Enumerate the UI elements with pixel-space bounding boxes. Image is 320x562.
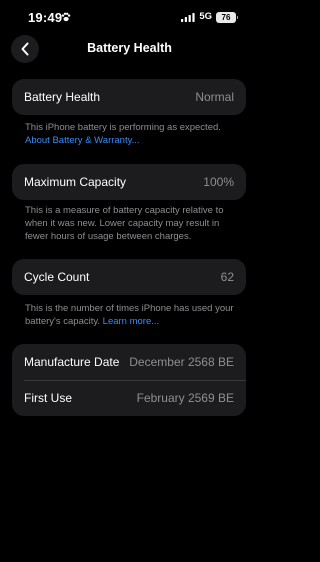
dates-card: Manufacture Date December 2568 BE First … (12, 344, 246, 416)
cycle-count-footer: This is the number of times iPhone has u… (25, 302, 239, 328)
network-type-label: 5G (199, 11, 212, 22)
manufacture-date-row: Manufacture Date December 2568 BE (12, 344, 246, 380)
first-use-label: First Use (24, 391, 72, 405)
cycle-count-label: Cycle Count (24, 270, 90, 284)
battery-icon: 76 (216, 11, 238, 23)
paw-icon (61, 12, 71, 22)
status-time: 19:49 (28, 10, 63, 25)
battery-health-label: Battery Health (24, 90, 101, 104)
first-use-value: February 2569 BE (136, 391, 234, 405)
battery-health-card[interactable]: Battery Health Normal (12, 79, 246, 115)
about-battery-warranty-link[interactable]: About Battery & Warranty... (25, 134, 239, 147)
page-title: Battery Health (87, 41, 172, 55)
cellular-signal-icon (181, 12, 195, 22)
first-use-row: First Use February 2569 BE (12, 380, 246, 416)
cycle-count-row: Cycle Count 62 (12, 259, 246, 295)
status-indicators: 5G 76 (181, 11, 238, 23)
battery-health-row[interactable]: Battery Health Normal (12, 79, 246, 115)
maximum-capacity-card: Maximum Capacity 100% (12, 164, 246, 200)
status-bar: 19:49 5G 76 (0, 0, 259, 34)
battery-level-label: 76 (221, 12, 231, 22)
battery-health-value: Normal (195, 90, 234, 104)
battery-health-footer: This iPhone battery is performing as exp… (25, 121, 239, 147)
maximum-capacity-row: Maximum Capacity 100% (12, 164, 246, 200)
maximum-capacity-label: Maximum Capacity (24, 175, 127, 189)
maximum-capacity-description: This is a measure of battery capacity re… (25, 205, 224, 242)
cycle-count-value: 62 (220, 270, 234, 284)
cycle-count-card: Cycle Count 62 (12, 259, 246, 295)
maximum-capacity-value: 100% (203, 175, 234, 189)
battery-health-description: This iPhone battery is performing as exp… (25, 122, 221, 133)
manufacture-date-label: Manufacture Date (24, 355, 120, 369)
maximum-capacity-footer: This is a measure of battery capacity re… (25, 204, 239, 243)
learn-more-link[interactable]: Learn more... (103, 316, 160, 327)
manufacture-date-value: December 2568 BE (129, 355, 234, 369)
